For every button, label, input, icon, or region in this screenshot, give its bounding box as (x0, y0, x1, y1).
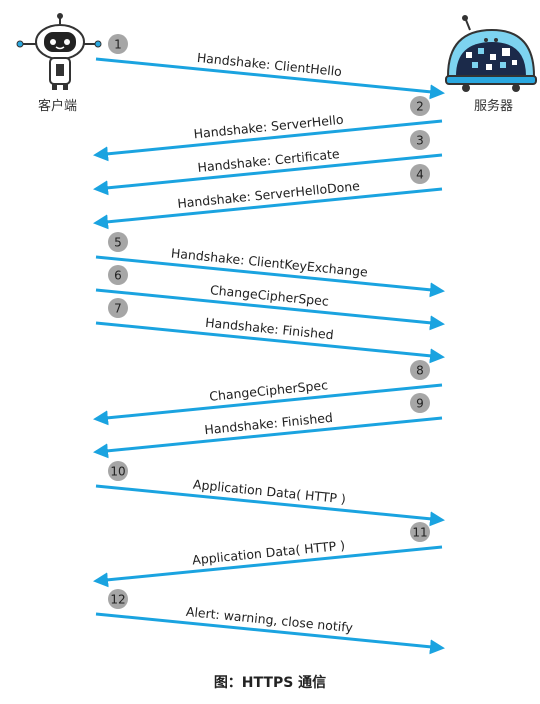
message-label-8: ChangeCipherSpec (209, 377, 329, 404)
message-label-7: Handshake: Finished (205, 315, 335, 343)
step-number-12: 12 (110, 593, 125, 607)
robot-icon (16, 13, 102, 90)
step-number-10: 10 (110, 465, 125, 479)
step-number-8: 8 (416, 364, 424, 378)
client-label: 客户端 (38, 99, 78, 114)
step-number-7: 7 (114, 302, 122, 316)
step-number-3: 3 (416, 134, 424, 148)
step-number-4: 4 (416, 168, 424, 182)
message-list: Handshake: ClientHello1Handshake: Server… (93, 34, 445, 655)
step-number-2: 2 (416, 100, 424, 114)
step-number-11: 11 (412, 526, 427, 540)
step-number-5: 5 (114, 236, 122, 250)
step-number-6: 6 (114, 269, 122, 283)
step-number-1: 1 (114, 38, 122, 52)
message-label-6: ChangeCipherSpec (209, 282, 329, 309)
server-label: 服务器 (474, 99, 514, 114)
figure-caption: 图：HTTPS 通信 (213, 675, 327, 691)
step-number-9: 9 (416, 397, 424, 411)
message-label-9: Handshake: Finished (204, 410, 334, 438)
server-robot-icon (445, 15, 537, 92)
https-sequence-diagram: Handshake: ClientHello1Handshake: Server… (16, 13, 537, 655)
